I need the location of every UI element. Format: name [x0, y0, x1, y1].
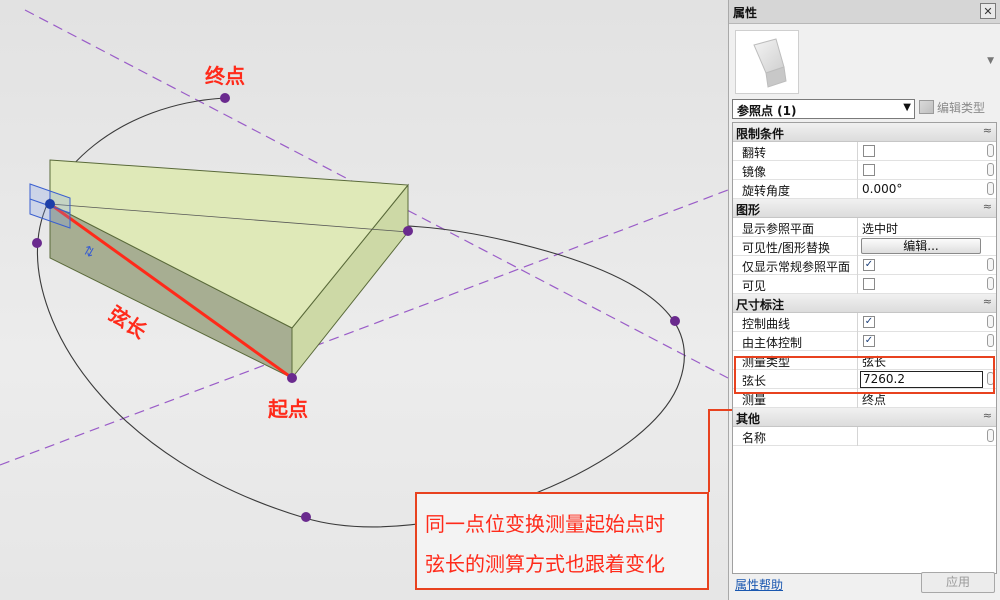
property-row-flip: 翻转: [733, 142, 996, 161]
control-curve-checkbox[interactable]: ✓: [863, 316, 875, 328]
properties-panel: 属性 ✕ ▼ 参照点 (1) ▼ 编辑类型 限制条件 ≈ 翻转 镜像 旋转角度 …: [728, 0, 1000, 600]
scroll-handle[interactable]: [987, 334, 994, 347]
collapse-chevron-icon[interactable]: ≈: [983, 200, 992, 213]
collapse-chevron-icon[interactable]: ≈: [983, 295, 992, 308]
edit-type-button[interactable]: 编辑类型: [919, 99, 997, 119]
edit-type-icon: [919, 100, 934, 114]
panel-title: 属性: [733, 6, 758, 20]
scroll-handle[interactable]: [987, 144, 994, 157]
scroll-handle[interactable]: [987, 182, 994, 195]
property-row-mirror: 镜像: [733, 161, 996, 180]
preview-expand-icon[interactable]: ▼: [987, 56, 994, 66]
show-normal-ref-plane-checkbox[interactable]: ✓: [863, 259, 875, 271]
type-preview-image: [735, 30, 799, 94]
explanation-callout: 同一点位变换测量起始点时 弦长的测算方式也跟着变化: [415, 492, 709, 590]
reference-point-marker: [32, 238, 42, 248]
end-point-marker: [220, 93, 230, 103]
measure-from-value[interactable]: 终点: [862, 391, 886, 408]
edit-type-label: 编辑类型: [937, 101, 986, 115]
property-name: 由主体控制: [742, 336, 803, 350]
reference-point-marker: [670, 316, 680, 326]
property-row-driven-by-host: 由主体控制 ✓: [733, 332, 996, 351]
property-name: 翻转: [742, 146, 767, 160]
show-reference-planes-value[interactable]: 选中时: [862, 220, 898, 237]
visibility-edit-button[interactable]: 编辑...: [861, 238, 981, 254]
properties-grid: 限制条件 ≈ 翻转 镜像 旋转角度 0.000° 图形 ≈ 显示参照平面 选中时…: [732, 122, 997, 574]
property-row-name: 名称: [733, 427, 996, 446]
group-header-dimensions[interactable]: 尺寸标注 ≈: [733, 294, 996, 313]
collapse-chevron-icon[interactable]: ≈: [983, 124, 992, 137]
property-row-control-curve: 控制曲线 ✓: [733, 313, 996, 332]
property-row-visible: 可见: [733, 275, 996, 294]
scroll-handle[interactable]: [987, 315, 994, 328]
property-name: 仅显示常规参照平面: [742, 260, 851, 274]
property-row-show-normal-ref-plane: 仅显示常规参照平面 ✓: [733, 256, 996, 275]
mirror-checkbox[interactable]: [863, 164, 875, 176]
scroll-handle[interactable]: [987, 163, 994, 176]
property-row-measure: 测量 终点: [733, 389, 996, 408]
end-point-label: 终点: [205, 64, 245, 88]
visible-checkbox[interactable]: [863, 278, 875, 290]
group-header-graphics[interactable]: 图形 ≈: [733, 199, 996, 218]
scroll-handle[interactable]: [987, 429, 994, 442]
flip-checkbox[interactable]: [863, 145, 875, 157]
group-title: 尺寸标注: [736, 298, 785, 312]
drawing-viewport[interactable]: ⇄ 终点 起点 弦长 同一点位变换测量起始点时 弦长的测算方式也跟着变化: [0, 0, 728, 600]
property-name: 旋转角度: [742, 184, 791, 198]
property-name: 可见: [742, 279, 767, 293]
collapse-chevron-icon[interactable]: ≈: [983, 409, 992, 422]
measurement-type-value[interactable]: 弦长: [862, 353, 886, 370]
property-name: 测量类型: [742, 355, 791, 369]
scroll-handle[interactable]: [987, 258, 994, 271]
scroll-handle[interactable]: [987, 277, 994, 290]
group-title: 图形: [736, 203, 761, 217]
reference-point-marker: [301, 512, 311, 522]
property-row-rotation-angle: 旋转角度 0.000°: [733, 180, 996, 199]
selected-reference-point: [45, 199, 55, 209]
scroll-handle[interactable]: [987, 372, 994, 385]
property-row-visibility-overrides: 可见性/图形替换 编辑...: [733, 237, 996, 256]
callout-line-2: 弦长的测算方式也跟着变化: [425, 552, 665, 576]
close-icon[interactable]: ✕: [980, 3, 996, 19]
start-point-marker: [287, 373, 297, 383]
chevron-down-icon: ▼: [903, 102, 911, 113]
reference-point-type-icon: [753, 38, 787, 88]
apply-button[interactable]: 应用: [921, 572, 995, 593]
group-header-constraints[interactable]: 限制条件 ≈: [733, 123, 996, 142]
property-row-show-reference-planes: 显示参照平面 选中时: [733, 218, 996, 237]
start-point-label: 起点: [268, 397, 308, 421]
type-selector-value: 参照点 (1): [737, 104, 797, 118]
property-name: 弦长: [742, 374, 767, 388]
property-row-chord-length: 弦长 7260.2: [733, 370, 996, 389]
panel-title-bar: 属性 ✕: [729, 0, 1000, 24]
properties-help-link[interactable]: 属性帮助: [735, 576, 783, 593]
property-name: 名称: [742, 431, 767, 445]
callout-line-1: 同一点位变换测量起始点时: [425, 512, 665, 536]
property-name: 测量: [742, 393, 767, 407]
group-header-other[interactable]: 其他 ≈: [733, 408, 996, 427]
property-row-measurement-type: 测量类型 弦长: [733, 351, 996, 370]
group-title: 其他: [736, 412, 761, 426]
type-selector-dropdown[interactable]: 参照点 (1) ▼: [732, 99, 915, 119]
driven-by-host-checkbox[interactable]: ✓: [863, 335, 875, 347]
property-name: 镜像: [742, 165, 767, 179]
rotation-angle-value[interactable]: 0.000°: [862, 182, 902, 196]
property-name: 可见性/图形替换: [742, 241, 831, 255]
property-name: 控制曲线: [742, 317, 791, 331]
chord-length-input[interactable]: 7260.2: [860, 371, 983, 388]
reference-point-marker: [403, 226, 413, 236]
property-name: 显示参照平面: [742, 222, 815, 236]
group-title: 限制条件: [736, 127, 785, 141]
